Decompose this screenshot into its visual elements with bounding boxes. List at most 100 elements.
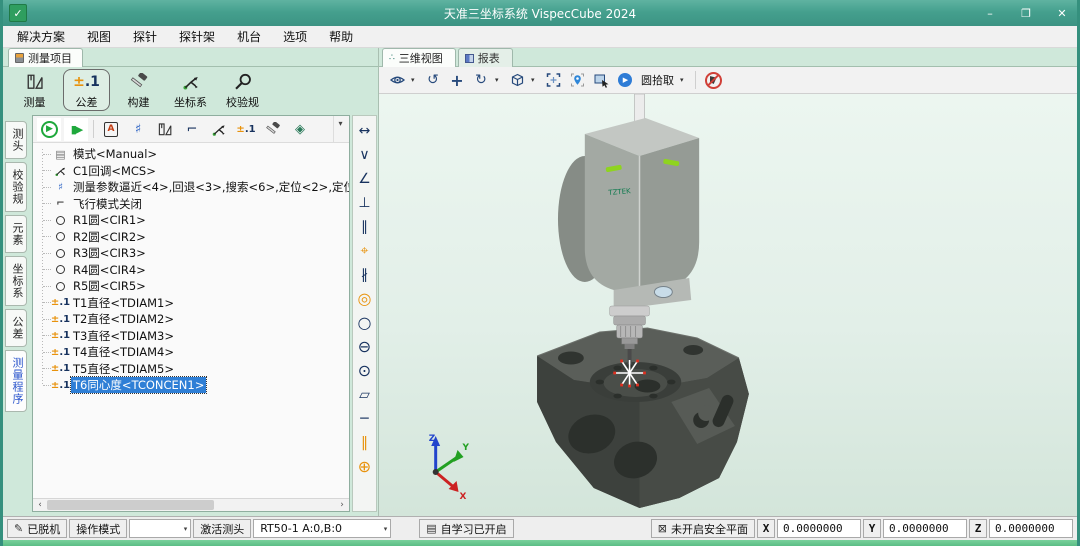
tree-row-tdiam4[interactable]: ±.1T4直径<TDIAM4> (33, 344, 349, 361)
tree-row-tconcen1[interactable]: ±.1T6同心度<TCONCEN1> (33, 377, 349, 394)
pan-button[interactable]: + (447, 69, 467, 91)
flatness-icon[interactable]: ▱ (354, 383, 375, 406)
angle-icon[interactable]: ∠ (354, 167, 375, 190)
tree-row-tdiam5[interactable]: ±.1T5直径<TDIAM5> (33, 361, 349, 378)
tab-3d-view[interactable]: ∴ 三维视图 (382, 48, 456, 67)
record-corner-button[interactable]: ⌐ (180, 118, 204, 141)
side-tab-program[interactable]: 测量程序 (5, 350, 27, 412)
orbit-button[interactable]: ↺ (423, 69, 443, 91)
menu-probe-rack[interactable]: 探针架 (179, 28, 215, 45)
menu-options[interactable]: 选项 (283, 28, 307, 45)
circle-pick-caret[interactable]: ▾ (680, 76, 688, 84)
locate-button[interactable] (567, 69, 587, 91)
tree-row-tdiam3[interactable]: ±.1T3直径<TDIAM3> (33, 328, 349, 345)
tab-report[interactable]: 报表 (458, 48, 513, 67)
side-tab-gauge[interactable]: 校验规 (5, 162, 27, 212)
tree-row-recall[interactable]: C1回调<MCS> (33, 163, 349, 180)
self-learning-status: ▤ 自学习已开启 (419, 519, 513, 538)
tree-row-cir5[interactable]: R5圆<CIR5> (33, 278, 349, 295)
display-mode-button[interactable] (387, 69, 407, 91)
display-mode-caret[interactable]: ▾ (411, 76, 419, 84)
runout-icon[interactable]: ⊙ (354, 359, 375, 382)
scroll-left-arrow[interactable]: ‹ (33, 500, 47, 510)
compass-button[interactable]: ◈ (288, 118, 312, 141)
window-select-button[interactable] (591, 69, 611, 91)
circle-pick-label[interactable]: 圆拾取 (641, 72, 674, 88)
rotate-button[interactable]: ↻ (471, 69, 491, 91)
close-button[interactable]: ✕ (1053, 7, 1071, 20)
position-icon[interactable]: ⌖ (354, 239, 375, 262)
magnifier-icon (233, 71, 253, 93)
tree-row-tdiam1[interactable]: ±.1T1直径<TDIAM1> (33, 295, 349, 312)
measure-button[interactable]: 测量 (11, 69, 58, 111)
rotate-caret[interactable]: ▾ (495, 76, 503, 84)
distance-icon[interactable]: ↔ (354, 119, 375, 142)
view-orientation-button[interactable] (507, 69, 527, 91)
step-run-button[interactable]: ▮▶ (64, 118, 88, 141)
scroll-right-arrow[interactable]: › (335, 500, 349, 510)
eye-icon (389, 72, 406, 88)
menu-machine[interactable]: 机台 (237, 28, 261, 45)
fit-view-button[interactable] (543, 69, 563, 91)
tab-measurement-project[interactable]: 测量项目 (8, 48, 83, 67)
operation-mode-select[interactable]: ▾ (129, 519, 191, 538)
menu-help[interactable]: 帮助 (329, 28, 353, 45)
tree-row-tdiam2[interactable]: ±.1T2直径<TDIAM2> (33, 311, 349, 328)
tree-row-params[interactable]: ♯测量参数逼近<4>,回退<3>,搜索<6>,定位<2>,定位加<2>,测 (33, 179, 349, 196)
insert-tolerance-button[interactable]: ±.1 (234, 118, 258, 141)
insert-construct-button[interactable] (261, 118, 285, 141)
construct-button[interactable]: 构建 (115, 69, 162, 111)
tree-row-cir2[interactable]: R2圆<CIR2> (33, 229, 349, 246)
tree-row-fly-mode[interactable]: ⌐飞行模式关闭 (33, 196, 349, 213)
circle-pick-button[interactable]: ▶ (615, 69, 635, 91)
parallelism-icon[interactable]: ∥ (354, 215, 375, 238)
run-program-button[interactable]: ▶ (37, 118, 61, 141)
toolbar-overflow-button[interactable]: ▾ (333, 116, 347, 142)
symmetry-icon[interactable]: ‖ (354, 431, 375, 454)
perpendicularity-icon[interactable]: ⊥ (354, 191, 375, 214)
circle-icon (53, 216, 68, 225)
measure-item-button[interactable] (153, 118, 177, 141)
menu-solution[interactable]: 解决方案 (17, 28, 65, 45)
mode-icon: ▤ (53, 148, 68, 161)
angularity-icon[interactable]: ∦ (354, 263, 375, 286)
chevron-down-icon: ▾ (384, 525, 388, 533)
side-tab-element[interactable]: 元素 (5, 215, 27, 253)
circularity-icon[interactable]: ○ (354, 311, 375, 334)
tree-row-cir4[interactable]: R4圆<CIR4> (33, 262, 349, 279)
tree-row-cir3[interactable]: R3圆<CIR3> (33, 245, 349, 262)
tolerance-button[interactable]: ±.1 公差 (63, 69, 110, 111)
tree-row-mode[interactable]: ▤模式<Manual> (33, 146, 349, 163)
axis-triad: Z Y X (429, 434, 470, 502)
horizontal-scrollbar[interactable]: ‹ › (33, 498, 349, 511)
angle-between-points-icon[interactable]: ∨ (354, 143, 375, 166)
insert-coordinate-button[interactable] (207, 118, 231, 141)
auto-label-button[interactable]: A (99, 118, 123, 141)
gauge-button[interactable]: 校验规 (219, 69, 266, 111)
side-tab-coordinate[interactable]: 坐标系 (5, 256, 27, 306)
parameters-button[interactable]: ♯ (126, 118, 150, 141)
operation-mode-label: 操作模式 (69, 519, 127, 538)
restore-button[interactable]: ❐ (1017, 7, 1035, 20)
side-tab-probe[interactable]: 测头 (5, 121, 27, 159)
straightness-icon[interactable]: ─ (354, 407, 375, 430)
viewport-3d[interactable]: TZTEK (379, 94, 1077, 516)
scrollbar-thumb[interactable] (47, 500, 214, 510)
probe-disable-button[interactable] (703, 69, 723, 91)
step-play-icon: ▶ (75, 123, 81, 136)
circle-icon (53, 249, 68, 258)
side-tab-tolerance[interactable]: 公差 (5, 309, 27, 347)
total-runout-icon[interactable]: ⊕ (354, 455, 375, 478)
axis-z-label: Z (429, 434, 436, 444)
menu-probe[interactable]: 探针 (133, 28, 157, 45)
program-tree-panel: ▶ ▮▶ A ♯ ⌐ ±.1 ◈ ▾ ▤模式<Manual (32, 115, 350, 512)
active-probe-select[interactable]: RT50-1 A:0,B:0 ▾ (253, 519, 391, 538)
menu-view[interactable]: 视图 (87, 28, 111, 45)
tree-row-cir1[interactable]: R1圆<CIR1> (33, 212, 349, 229)
minimize-button[interactable]: – (981, 7, 999, 20)
menu-bar: 解决方案 视图 探针 探针架 机台 选项 帮助 (3, 26, 1077, 48)
view-orientation-caret[interactable]: ▾ (531, 76, 539, 84)
coordinate-system-button[interactable]: 坐标系 (167, 69, 214, 111)
cylindricity-icon[interactable]: ⊖ (354, 335, 375, 358)
concentricity-icon[interactable]: ◎ (354, 287, 375, 310)
